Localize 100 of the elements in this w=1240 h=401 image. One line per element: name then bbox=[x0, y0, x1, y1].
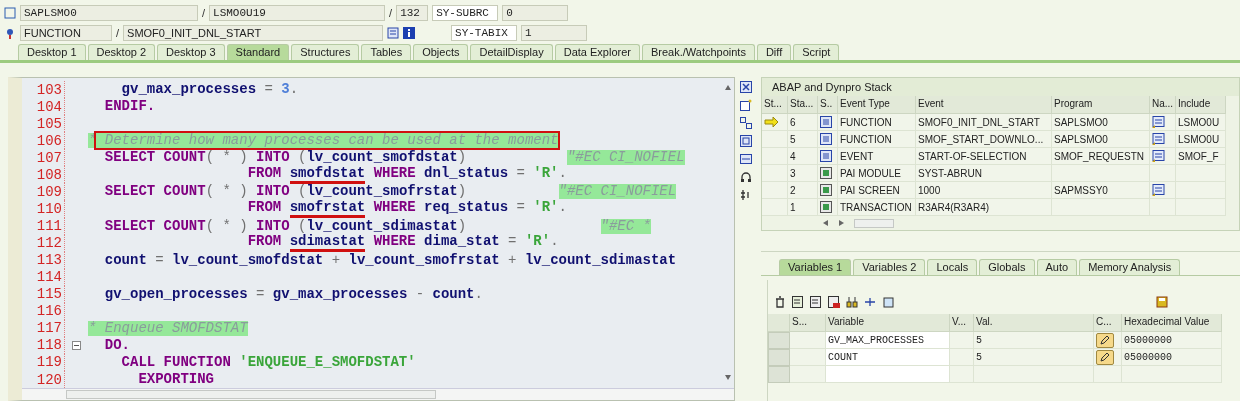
tab[interactable]: Structures bbox=[291, 44, 360, 60]
code-token: . bbox=[289, 82, 299, 97]
network-icon[interactable] bbox=[864, 296, 876, 308]
column-header[interactable]: Event Type bbox=[838, 96, 916, 114]
table-cell: SAPLSMO0 bbox=[1052, 114, 1150, 131]
scroll-up-icon[interactable] bbox=[724, 84, 732, 92]
tab[interactable]: Variables 1 bbox=[779, 259, 852, 275]
column-header[interactable]: St... bbox=[762, 96, 788, 114]
scrollbar-thumb[interactable] bbox=[66, 390, 436, 399]
column-header[interactable]: V... bbox=[950, 314, 974, 332]
bug-icon[interactable] bbox=[4, 27, 16, 39]
code-token: . bbox=[558, 165, 567, 183]
headset-icon[interactable] bbox=[740, 171, 752, 183]
tab[interactable]: Data Explorer bbox=[554, 44, 640, 60]
table-cell: 2 bbox=[788, 182, 818, 199]
table-cell: 05000000 bbox=[1122, 349, 1222, 366]
column-header[interactable]: S.. bbox=[818, 96, 838, 114]
tab[interactable]: Tables bbox=[361, 44, 412, 60]
tab[interactable]: Objects bbox=[413, 44, 469, 60]
code-token: ) bbox=[457, 184, 468, 200]
column-header[interactable]: S... bbox=[790, 314, 826, 332]
line-number: 109 bbox=[35, 183, 63, 200]
table-cell: SYST-ABRUN bbox=[916, 165, 1052, 182]
include-field: LSMO0U19 bbox=[209, 5, 386, 21]
scroll-right-icon[interactable] bbox=[838, 219, 846, 227]
current-arrow-icon bbox=[764, 117, 778, 127]
code-token: WHERE bbox=[372, 234, 417, 252]
tab[interactable]: Auto bbox=[1036, 259, 1078, 275]
code-token: lv_count_smofdstat bbox=[306, 150, 458, 166]
tab[interactable]: Variables 2 bbox=[853, 259, 926, 275]
tab[interactable]: DetailDisplay bbox=[470, 44, 553, 60]
scroll-down-icon[interactable] bbox=[724, 374, 732, 382]
save-icon[interactable] bbox=[1156, 296, 1168, 308]
new-window-icon[interactable] bbox=[740, 99, 752, 111]
column-header[interactable]: Sta... bbox=[788, 96, 818, 114]
code-token: = bbox=[515, 165, 526, 183]
tab[interactable]: Memory Analysis bbox=[1079, 259, 1181, 275]
navigate-icon[interactable] bbox=[1152, 133, 1165, 145]
table-cell bbox=[950, 349, 974, 366]
column-header[interactable]: C... bbox=[1094, 314, 1122, 332]
variable-name[interactable]: COUNT bbox=[826, 349, 950, 366]
code-token: INTO bbox=[256, 184, 290, 200]
tab[interactable]: Standard bbox=[226, 44, 290, 60]
navigate-icon[interactable] bbox=[1152, 150, 1165, 162]
trash-icon[interactable] bbox=[774, 296, 786, 308]
code-comment: "#EC * bbox=[600, 218, 651, 234]
edit-button[interactable] bbox=[1096, 349, 1114, 365]
column-header[interactable]: Include bbox=[1176, 96, 1226, 114]
line-number: 112 bbox=[35, 235, 63, 252]
scroll-left-icon[interactable] bbox=[822, 219, 830, 227]
system-field-name[interactable]: SY-SUBRC bbox=[432, 5, 499, 21]
list-icon[interactable] bbox=[810, 296, 822, 308]
filter-icon[interactable] bbox=[882, 296, 894, 308]
tab[interactable]: Diff bbox=[756, 44, 792, 60]
info-icon[interactable] bbox=[403, 27, 416, 39]
hierarchy-icon[interactable] bbox=[846, 296, 858, 308]
code-token: ( * ) bbox=[205, 218, 249, 234]
column-header[interactable]: Val. bbox=[974, 314, 1094, 332]
tool-icon[interactable] bbox=[740, 189, 752, 201]
code-editor[interactable] bbox=[8, 77, 735, 401]
tab[interactable]: Desktop 3 bbox=[157, 44, 225, 60]
code-token: . bbox=[558, 199, 567, 217]
line-field: 132 bbox=[396, 5, 429, 21]
code-token: 'R' bbox=[533, 199, 559, 217]
column-header[interactable]: Na... bbox=[1150, 96, 1176, 114]
navigate-icon[interactable] bbox=[1152, 184, 1165, 196]
table-cell: 3 bbox=[788, 165, 818, 182]
system-field-name[interactable]: SY-TABIX bbox=[451, 25, 518, 41]
table-cell: TRANSACTION bbox=[838, 199, 916, 216]
fullscreen-icon[interactable] bbox=[740, 135, 752, 147]
line-number: 115 bbox=[35, 286, 63, 303]
table-cell: SAPLSMO0 bbox=[1052, 131, 1150, 148]
code-token: + bbox=[330, 252, 342, 268]
column-header[interactable]: Hexadecimal Value bbox=[1122, 314, 1222, 332]
tab[interactable]: Script bbox=[793, 44, 840, 60]
navigate-icon[interactable] bbox=[1152, 116, 1165, 128]
edit-button[interactable] bbox=[1096, 332, 1114, 348]
table-cell: FUNCTION bbox=[838, 114, 916, 131]
swap-icon[interactable] bbox=[740, 117, 752, 129]
collapse-icon[interactable] bbox=[72, 340, 81, 350]
column-header[interactable]: Event bbox=[916, 96, 1052, 114]
code-token: SELECT COUNT bbox=[103, 218, 206, 234]
tab[interactable]: Break./Watchpoints bbox=[641, 44, 755, 60]
resize-icon[interactable] bbox=[740, 153, 752, 165]
tab[interactable]: Desktop 1 bbox=[18, 44, 86, 60]
program-icon[interactable] bbox=[4, 7, 16, 19]
tab[interactable]: Desktop 2 bbox=[87, 44, 156, 60]
variable-name[interactable]: GV_MAX_PROCESSES bbox=[826, 332, 950, 349]
column-header[interactable]: Program bbox=[1052, 96, 1150, 114]
code-token: = bbox=[507, 234, 518, 252]
document-icon[interactable] bbox=[387, 27, 400, 39]
column-header[interactable]: Variable bbox=[826, 314, 950, 332]
code-token: ENDIF. bbox=[103, 99, 156, 115]
tab[interactable]: Globals bbox=[979, 259, 1035, 275]
scrollbar-thumb[interactable] bbox=[854, 218, 894, 228]
table-cell: 5 bbox=[974, 332, 1094, 349]
list-icon[interactable] bbox=[828, 296, 840, 308]
list-icon[interactable] bbox=[792, 296, 804, 308]
close-icon[interactable] bbox=[740, 81, 752, 93]
tab[interactable]: Locals bbox=[927, 259, 978, 275]
